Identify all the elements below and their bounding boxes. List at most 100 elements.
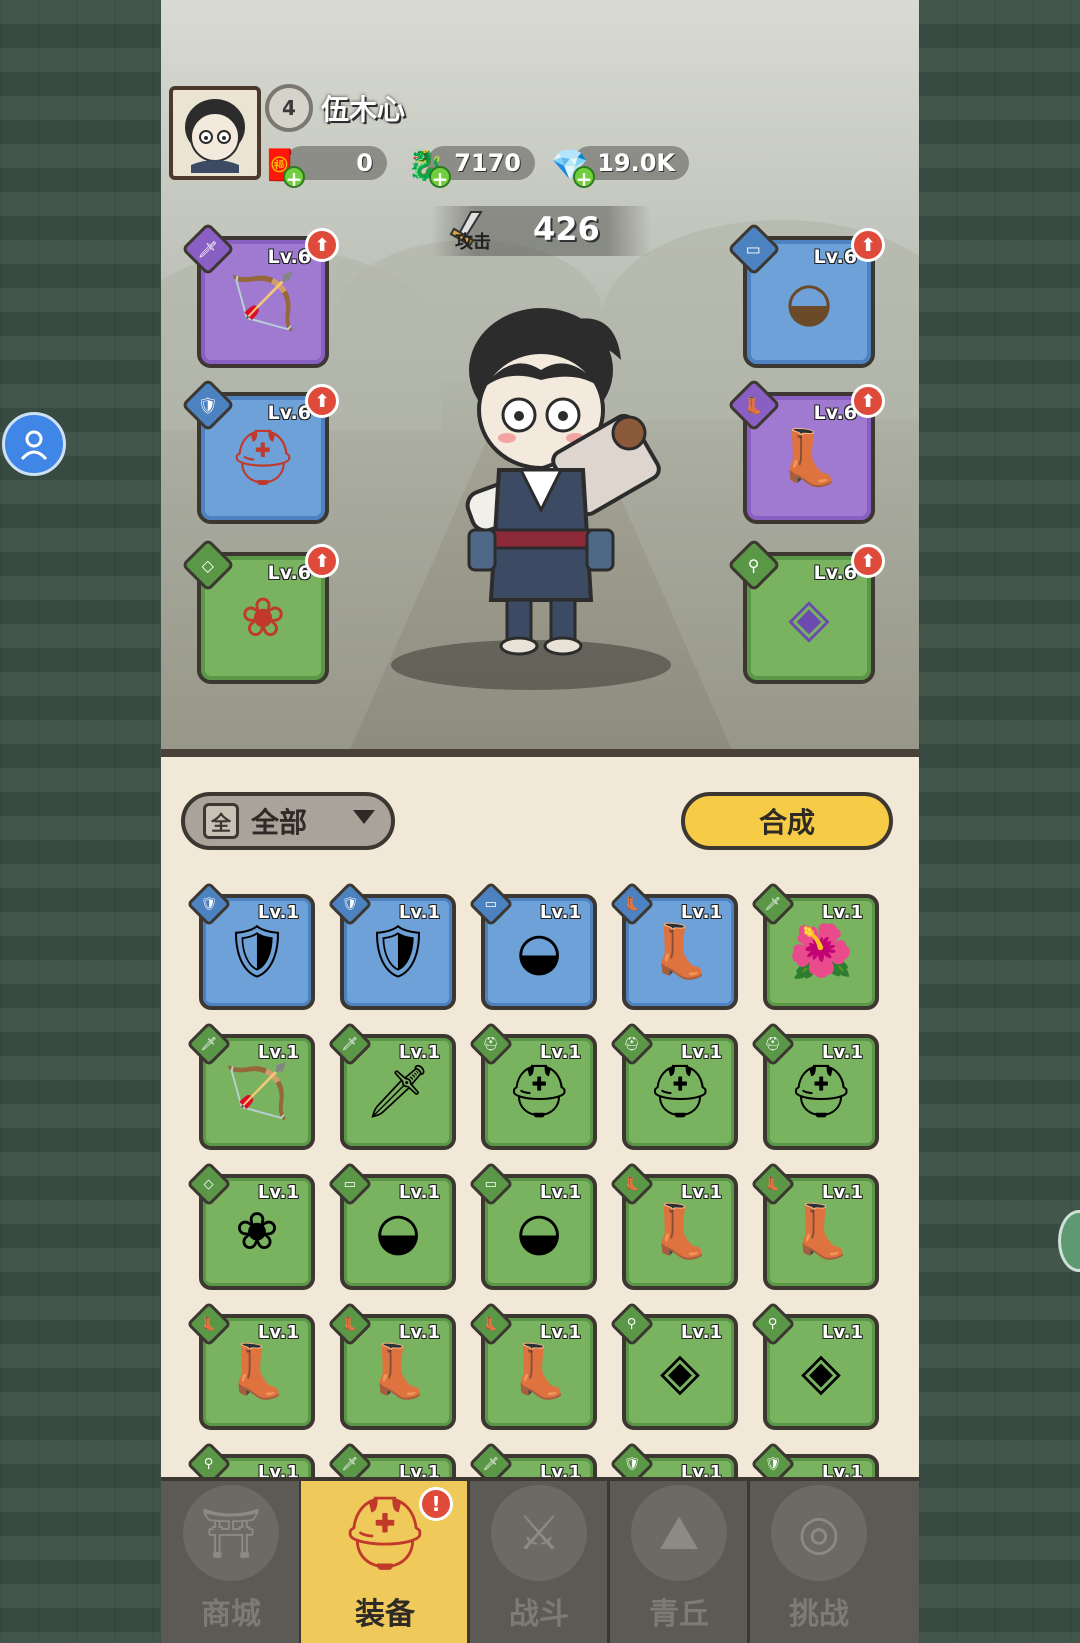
- attack-value: 426: [533, 210, 600, 248]
- player-level-badge: 4: [265, 84, 313, 132]
- inventory-item[interactable]: ▭ Lv.1 ◒: [327, 1161, 456, 1290]
- nav-label: 商城: [201, 1597, 261, 1632]
- item-level: Lv.1: [398, 1322, 440, 1343]
- add-ticket-icon[interactable]: +: [283, 166, 305, 190]
- weapon-icon: 🏹: [224, 1062, 290, 1122]
- nav-tab-1[interactable]: ⛑ 装备!: [301, 1481, 469, 1643]
- mountain-icon: ⛰: [631, 1485, 727, 1581]
- item-level: Lv.1: [398, 1182, 440, 1203]
- item-level: Lv.1: [680, 1322, 722, 1343]
- bottom-nav: ⛩ 商城 ⛑ 装备! ⚔ 战斗 ⛰ 青丘 ◎ 挑战: [161, 1477, 919, 1643]
- boots-icon: 👢: [224, 1342, 290, 1402]
- item-level: Lv.1: [680, 1182, 722, 1203]
- item-level: Lv.1: [821, 1322, 863, 1343]
- inventory-item[interactable]: 👢 Lv.1 👢: [609, 881, 738, 1010]
- boots-icon: 👢: [647, 1202, 713, 1262]
- scroll-ticket-icon[interactable]: 🧧 +: [257, 142, 305, 190]
- player-name: 伍木心: [321, 93, 406, 126]
- nav-tab-2[interactable]: ⚔ 战斗: [469, 1481, 609, 1643]
- game-screen: 4 伍木心 0 🧧 + 7170 🐉 + 19.0K 💎 + 攻击 426 🗡 …: [161, 0, 919, 1643]
- weapon-icon: 🗡: [364, 1062, 431, 1122]
- inventory-item[interactable]: ▭ Lv.1 ◒: [468, 1161, 597, 1290]
- inventory-item[interactable]: ◇ Lv.1 ❀: [186, 1161, 315, 1290]
- inventory-item[interactable]: 🛡Lv.1🛡: [186, 881, 315, 1010]
- crystal-icon[interactable]: 💎 +: [547, 142, 595, 190]
- equip-slot-boots[interactable]: 👢 Lv.6 👢 ⬆: [727, 378, 885, 524]
- item-level: Lv.1: [821, 1182, 863, 1203]
- slot-level: Lv.6: [267, 246, 311, 268]
- upgrade-arrow-icon[interactable]: ⬆: [851, 544, 885, 578]
- inventory-item[interactable]: ⛑ Lv.1 ⛑: [468, 1021, 597, 1150]
- inventory-item[interactable]: ⛑ Lv.1 ⛑: [750, 1021, 879, 1150]
- item-level: Lv.1: [257, 1182, 299, 1203]
- boots-icon: 👢: [506, 1342, 572, 1402]
- user-float-button[interactable]: [2, 412, 66, 476]
- hero-character[interactable]: [411, 300, 671, 670]
- inventory-item[interactable]: 👢 Lv.1 👢: [327, 1301, 456, 1430]
- jade-dragon-icon[interactable]: 🐉 +: [403, 142, 451, 190]
- ring-icon: ❀: [240, 586, 286, 649]
- inventory-item[interactable]: 👢 Lv.1 👢: [750, 1161, 879, 1290]
- upgrade-arrow-icon[interactable]: ⬆: [851, 228, 885, 262]
- inventory-item[interactable]: ⛑ Lv.1 ⛑: [609, 1021, 738, 1150]
- filter-dropdown[interactable]: 全 全部: [181, 792, 395, 850]
- filter-label: 全部: [251, 806, 308, 839]
- item-level: Lv.1: [680, 1042, 722, 1063]
- belt-icon: ◒: [375, 1202, 421, 1262]
- amulet-icon: ◈: [788, 586, 830, 649]
- item-level: Lv.1: [398, 902, 440, 923]
- boots-icon: 👢: [788, 1202, 854, 1262]
- item-level: Lv.1: [257, 1042, 299, 1063]
- boots-icon: 👢: [647, 922, 713, 982]
- item-level: Lv.1: [539, 902, 581, 923]
- helmet-icon: ⛑: [228, 426, 298, 489]
- user-icon: [20, 430, 48, 461]
- vortex-icon: ◎: [771, 1485, 867, 1581]
- equip-slot-ring[interactable]: ◇ Lv.6 ❀ ⬆: [181, 538, 339, 684]
- item-level: Lv.1: [257, 902, 299, 923]
- attack-label: 攻击: [455, 232, 491, 253]
- upgrade-arrow-icon[interactable]: ⬆: [305, 544, 339, 578]
- amulet-icon: ◈: [801, 1342, 841, 1402]
- item-level: Lv.1: [539, 1042, 581, 1063]
- synthesize-button[interactable]: 合成: [681, 792, 893, 850]
- slot-level: Lv.6: [813, 562, 857, 584]
- inventory-item[interactable]: ⚲Lv.1◈: [609, 1301, 738, 1430]
- inventory-item[interactable]: 👢 Lv.1 👢: [468, 1301, 597, 1430]
- nav-tab-0[interactable]: ⛩ 商城: [161, 1481, 301, 1643]
- equip-slot-amulet[interactable]: ⚲ Lv.6 ◈ ⬆: [727, 538, 885, 684]
- avatar-portrait-icon: [185, 99, 245, 173]
- player-avatar[interactable]: [169, 86, 261, 180]
- item-level: Lv.1: [821, 902, 863, 923]
- item-level: Lv.1: [257, 1322, 299, 1343]
- upgrade-arrow-icon[interactable]: ⬆: [305, 384, 339, 418]
- slot-level: Lv.6: [813, 402, 857, 424]
- upgrade-arrow-icon[interactable]: ⬆: [851, 384, 885, 418]
- ring-icon: ❀: [235, 1202, 279, 1262]
- inventory-item[interactable]: 👢 Lv.1 👢: [609, 1161, 738, 1290]
- inventory-item[interactable]: 🛡Lv.1🛡: [327, 881, 456, 1010]
- nav-tab-4[interactable]: ◎ 挑战: [749, 1481, 889, 1643]
- add-crystal-icon[interactable]: +: [573, 166, 595, 190]
- inventory-item[interactable]: ▭ Lv.1 ◒: [468, 881, 597, 1010]
- item-level: Lv.1: [398, 1042, 440, 1063]
- inventory-item[interactable]: 🗡Lv.1🗡: [327, 1021, 456, 1150]
- item-level: Lv.1: [680, 902, 722, 923]
- belt-icon: ◒: [516, 922, 562, 982]
- inventory-item[interactable]: 🗡 Lv.1 🏹: [186, 1021, 315, 1150]
- boots-icon: 👢: [775, 426, 843, 489]
- background-right-calligraphy: [918, 0, 1080, 1643]
- pavilion-icon: ⛩: [183, 1485, 279, 1581]
- inventory-item[interactable]: 🗡 Lv.1 🌺: [750, 881, 879, 1010]
- equip-slot-helmet[interactable]: 🛡 Lv.6 ⛑ ⬆: [181, 378, 339, 524]
- upgrade-arrow-icon[interactable]: ⬆: [305, 228, 339, 262]
- nav-tab-3[interactable]: ⛰ 青丘: [609, 1481, 749, 1643]
- inventory-item[interactable]: 👢 Lv.1 👢: [186, 1301, 315, 1430]
- armor-icon: 🛡: [223, 922, 290, 982]
- add-jade-icon[interactable]: +: [429, 166, 451, 190]
- inventory-item[interactable]: ⚲Lv.1◈: [750, 1301, 879, 1430]
- equip-slot-belt[interactable]: ▭ Lv.6 ◒ ⬆: [727, 222, 885, 368]
- item-level: Lv.1: [539, 1182, 581, 1203]
- caret-down-icon: [353, 810, 375, 824]
- equip-slot-weapon[interactable]: 🗡 Lv.6 🏹 ⬆: [181, 222, 339, 368]
